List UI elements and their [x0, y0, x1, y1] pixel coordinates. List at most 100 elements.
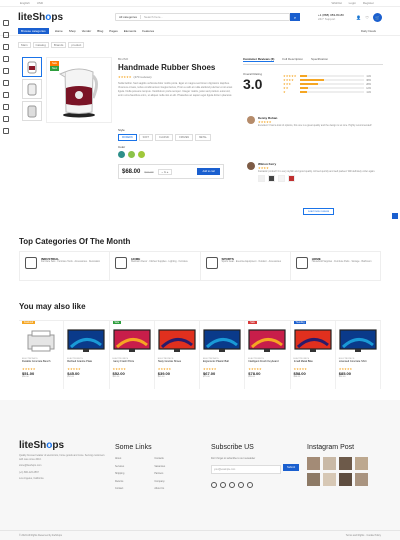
product-title[interactable]: Fancy Fresh Pizza [113, 360, 151, 367]
product-image[interactable] [248, 328, 286, 354]
thumbnail[interactable] [22, 79, 42, 99]
product-card[interactable]: ELECTRONICS Tasty Granite Shoes ★★★★★ $3… [155, 321, 200, 389]
load-more-reviews-button[interactable]: Load more reviews [303, 208, 335, 215]
language-select[interactable]: English [20, 1, 30, 5]
footer-link[interactable]: About [115, 457, 124, 460]
style-option[interactable]: FROZEN [175, 134, 194, 141]
color-swatch[interactable] [118, 151, 125, 158]
style-option[interactable]: MODERN [118, 134, 137, 141]
category-card[interactable]: SPORTS Sports Gear · Exercise Equipment ·… [201, 252, 291, 280]
product-title[interactable]: Tasty Granite Shoes [158, 360, 196, 367]
product-image[interactable] [203, 328, 241, 354]
user-icon[interactable]: 👤 [356, 15, 361, 20]
instagram-photo[interactable] [323, 473, 336, 486]
product-card[interactable]: ELECTRONICS Refined Granite Plate ★★★★★ … [64, 321, 110, 389]
daily-deals-link[interactable]: Daily Deals [361, 29, 376, 33]
instagram-photo[interactable] [339, 457, 352, 470]
twitter-icon[interactable] [220, 481, 226, 488]
product-image[interactable] [158, 328, 196, 354]
footer-link[interactable]: About Us [154, 487, 165, 490]
category-icon[interactable] [3, 92, 9, 98]
breadcrumb-item[interactable]: Main [18, 42, 31, 48]
footer-link[interactable]: Partners [154, 472, 165, 475]
cart-icon[interactable]: 🛒 [373, 12, 382, 22]
category-icon[interactable] [3, 56, 9, 62]
review-image[interactable] [268, 175, 275, 183]
category-icon[interactable] [3, 32, 9, 38]
category-card[interactable]: INDUSTRIAL Furniture Sets · Furniture Too… [20, 252, 111, 280]
footer-link[interactable]: Contact [115, 487, 124, 490]
tab-reviews[interactable]: Customer Reviews (3) [243, 57, 275, 62]
all-categories-button[interactable]: Browse categories [18, 28, 49, 34]
footer-link[interactable]: Services [115, 465, 124, 468]
product-title[interactable]: Licensed Concrete Shirt [339, 360, 377, 367]
footer-logo[interactable]: liteShops [19, 440, 109, 451]
legal-links[interactable]: Terms and Rights · Cookie Policy [346, 534, 381, 537]
search-button[interactable]: ⌕ [290, 13, 301, 21]
login-link[interactable]: Login [349, 1, 356, 5]
review-image[interactable] [278, 175, 285, 183]
search-input[interactable]: Search here... [141, 15, 289, 19]
category-icon[interactable] [3, 116, 9, 122]
heart-icon[interactable]: ♡ [365, 15, 369, 20]
footer-link[interactable]: Contacts [154, 457, 165, 460]
breadcrumb-item[interactable]: Brands [50, 42, 67, 48]
product-title[interactable]: Durable Concrete Bench [22, 360, 60, 367]
footer-link[interactable]: Company [154, 480, 165, 483]
quantity-stepper[interactable]: − 1 + [157, 168, 173, 175]
main-product-image[interactable]: Sale New [46, 57, 112, 123]
currency-select[interactable]: USD [37, 1, 43, 5]
instagram-photo[interactable] [307, 473, 320, 486]
product-card[interactable]: ELECTRONICS Ergonomic Plastic Ball ★★★★★… [200, 321, 246, 389]
add-to-cart-button[interactable]: Add to cart [197, 168, 220, 175]
nav-elements[interactable]: Elements [124, 29, 137, 33]
category-card[interactable]: HOME Household Supplies · Furniture Parts… [291, 252, 380, 280]
footer-email[interactable]: store@liteshops.com [19, 464, 109, 468]
nav-pages[interactable]: Pages [109, 29, 118, 33]
product-card[interactable]: Trending ELECTRONICS Small Metal Bike ★★… [291, 321, 336, 389]
style-option[interactable]: METAL [195, 134, 211, 141]
product-title[interactable]: Small Metal Bike [294, 360, 332, 367]
product-card[interactable]: Sale ELECTRONICS Fancy Fresh Pizza ★★★★★… [110, 321, 155, 389]
category-icon[interactable] [3, 20, 9, 26]
register-link[interactable]: Register [363, 1, 374, 5]
category-icon[interactable] [3, 68, 9, 74]
subscribe-email-input[interactable]: your@example.com [211, 464, 281, 474]
review-count[interactable]: (470 reviews) [133, 75, 151, 79]
instagram-photo[interactable] [307, 457, 320, 470]
settings-float-button[interactable] [392, 213, 398, 219]
thumbnail[interactable] [22, 57, 42, 77]
nav-shop[interactable]: Shop [69, 29, 76, 33]
thumbnail[interactable] [22, 101, 42, 121]
category-card[interactable]: HOME Bedroom Decor · Kitchen Supplies · L… [110, 252, 201, 280]
tab-specification[interactable]: Specification [311, 57, 328, 62]
style-option[interactable]: CLASSIC [155, 134, 174, 141]
footer-link[interactable]: Shipping [115, 472, 124, 475]
instagram-icon[interactable] [238, 481, 244, 488]
color-swatch[interactable] [128, 151, 135, 158]
product-title[interactable]: Ergonomic Plastic Ball [203, 360, 241, 367]
product-card[interactable]: Sale ELECTRONICS Intelligent Fresh Keybo… [245, 321, 291, 389]
product-image[interactable] [67, 328, 105, 354]
category-select[interactable]: All categories [116, 15, 142, 19]
nav-vendor[interactable]: Vendor [82, 29, 92, 33]
footer-link[interactable]: Vacancies [154, 465, 165, 468]
breadcrumb-item[interactable]: Catalog [32, 42, 49, 48]
instagram-photo[interactable] [355, 457, 368, 470]
category-icon[interactable] [3, 80, 9, 86]
category-icon[interactable] [3, 44, 9, 50]
review-image[interactable] [288, 175, 295, 183]
product-image[interactable] [339, 328, 377, 354]
instagram-photo[interactable] [339, 473, 352, 486]
nav-features[interactable]: Features [142, 29, 154, 33]
product-image[interactable] [22, 328, 60, 354]
product-brand[interactable]: BLUSO [118, 57, 233, 61]
nav-blog[interactable]: Blog [97, 29, 103, 33]
product-card[interactable]: Featured ELECTRONICS Durable Concrete Be… [19, 321, 65, 389]
subscribe-button[interactable]: Submit [283, 464, 300, 471]
color-swatch[interactable] [138, 151, 145, 158]
product-title[interactable]: Intelligent Fresh Keyboard [248, 360, 286, 367]
nav-home[interactable]: Home [55, 29, 63, 33]
instagram-photo[interactable] [323, 457, 336, 470]
facebook-icon[interactable] [211, 481, 217, 488]
